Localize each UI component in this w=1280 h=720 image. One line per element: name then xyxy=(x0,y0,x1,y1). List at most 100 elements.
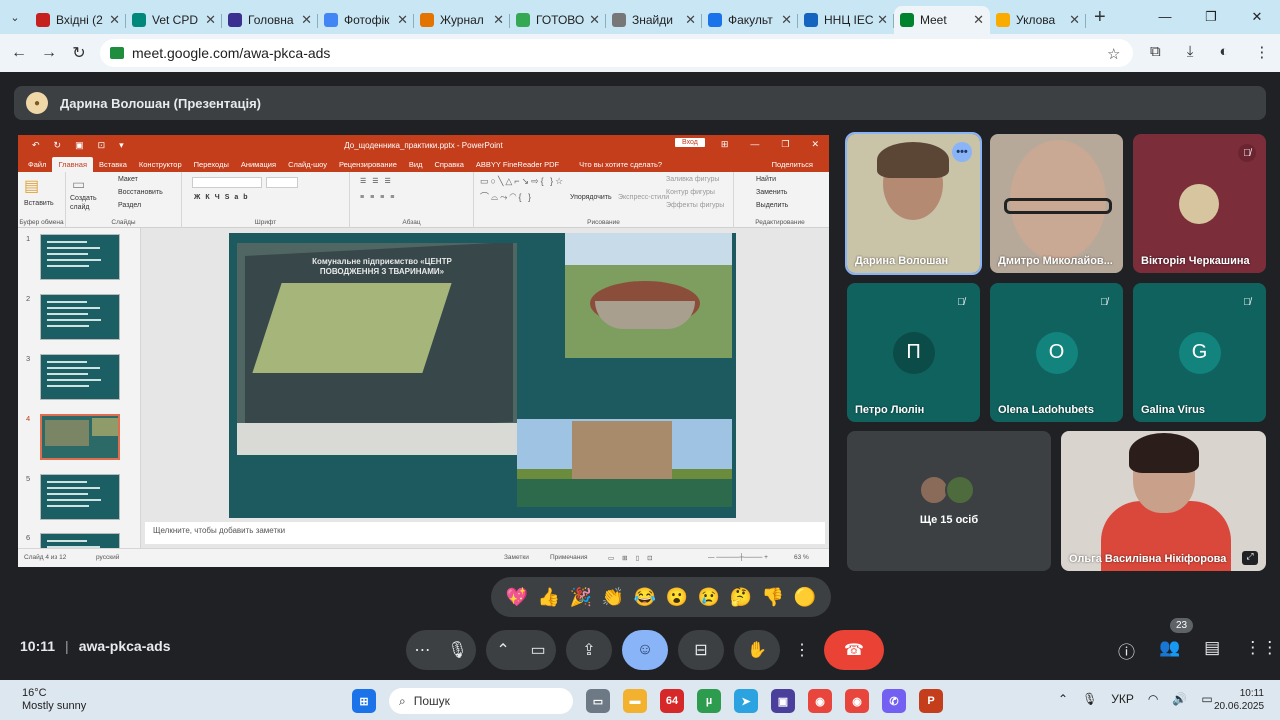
microphone-icon[interactable]: 🎙 xyxy=(447,640,467,660)
participant-tile[interactable]: Дмитро Миколайов... xyxy=(990,134,1123,273)
browser-menu-icon[interactable]: ⋮ xyxy=(1254,43,1269,61)
profile-icon[interactable]: ◐ xyxy=(1219,43,1228,61)
meeting-details-icon[interactable]: ⓘ xyxy=(1118,638,1135,663)
tray-chevron-icon[interactable]: ⌃ xyxy=(1058,692,1068,706)
taskbar-search[interactable]: ⌕ Пошук xyxy=(389,688,573,714)
present-screen-button[interactable]: ⇪ xyxy=(566,630,612,670)
browser-tab[interactable]: Факульт ✕ xyxy=(702,6,798,34)
telegram-icon[interactable]: ➤ xyxy=(734,689,758,713)
reaction-emoji[interactable]: 🎉 xyxy=(570,587,592,608)
chrome-icon[interactable]: ◉ xyxy=(808,689,832,713)
browser-tab[interactable]: Головна ✕ xyxy=(222,6,318,34)
tab-close-icon[interactable]: ✕ xyxy=(397,12,408,28)
slide-thumbnail[interactable] xyxy=(40,294,120,340)
utorrent-icon[interactable]: µ xyxy=(697,689,721,713)
download-icon[interactable]: ⤓ xyxy=(1187,43,1194,61)
tab-close-icon[interactable]: ✕ xyxy=(301,12,312,28)
browser-tab[interactable]: Фотофік ✕ xyxy=(318,6,414,34)
picture-in-picture-icon[interactable]: ⤢ xyxy=(1242,551,1258,565)
tab-close-icon[interactable]: ✕ xyxy=(781,12,792,28)
tray-mic-icon[interactable]: 🎙 xyxy=(1082,692,1097,706)
weather-desc: Mostly sunny xyxy=(22,700,87,712)
participant-tile[interactable]: O 🎙̸ Olena Ladohubets xyxy=(990,283,1123,422)
browser-tab[interactable]: Vet CPD ✕ xyxy=(126,6,222,34)
present-icon: ⇪ xyxy=(582,642,596,659)
app-64-icon[interactable]: 64 xyxy=(660,689,684,713)
reaction-emoji[interactable]: 🤔 xyxy=(730,587,752,608)
chat-icon[interactable]: ▤ xyxy=(1204,638,1220,663)
weather-widget[interactable]: 16°C Mostly sunny xyxy=(22,687,86,713)
tab-close-icon[interactable]: ✕ xyxy=(877,12,888,28)
tab-close-icon[interactable]: ✕ xyxy=(109,12,120,28)
browser-tab[interactable]: ГОТОВО ✕ xyxy=(510,6,606,34)
keyboard-language[interactable]: УКР xyxy=(1111,692,1134,706)
slide-thumbnail[interactable] xyxy=(40,414,120,460)
slide-thumbnail[interactable] xyxy=(40,234,120,280)
slide-thumbnail[interactable] xyxy=(40,354,120,400)
volume-icon[interactable]: 🔊 xyxy=(1172,692,1187,706)
reactions-button[interactable]: ☺ xyxy=(622,630,668,670)
wifi-icon[interactable]: ◠ xyxy=(1148,692,1158,706)
browser-tab[interactable]: Meet ✕ xyxy=(894,6,990,34)
tab-close-icon[interactable]: ✕ xyxy=(685,12,696,28)
browser-tab[interactable]: Знайди ✕ xyxy=(606,6,702,34)
reaction-emoji[interactable]: 😂 xyxy=(634,587,656,608)
people-icon[interactable]: 👥 xyxy=(1159,638,1180,663)
viber-icon[interactable]: ✆ xyxy=(882,689,906,713)
more-options-button[interactable]: ⋮ xyxy=(790,630,814,670)
chevron-up-icon[interactable]: ⌃ xyxy=(496,640,509,660)
tab-close-icon[interactable]: ✕ xyxy=(493,12,504,28)
activities-icon[interactable]: ⋮⋮ xyxy=(1244,638,1278,663)
task-view-icon[interactable]: ▭ xyxy=(586,689,610,713)
browser-tab[interactable]: Журнал ✕ xyxy=(414,6,510,34)
save-app-icon[interactable]: ▣ xyxy=(771,689,795,713)
reaction-emoji[interactable]: 🟡 xyxy=(794,587,816,608)
raise-hand-button[interactable]: ✋ xyxy=(734,630,780,670)
forward-icon[interactable]: → xyxy=(34,44,64,62)
extensions-icon[interactable]: ⧉ xyxy=(1150,43,1161,61)
reaction-emoji[interactable]: 😢 xyxy=(698,587,720,608)
new-tab-button[interactable]: + xyxy=(1094,6,1106,29)
participant-tile[interactable]: П 🎙̸ Петро Люлін xyxy=(847,283,980,422)
bookmark-star-icon[interactable]: ☆ xyxy=(1107,45,1120,63)
glasses xyxy=(1004,198,1112,214)
back-icon[interactable]: ← xyxy=(4,44,34,62)
browser-tab[interactable]: ННЦ ІЕС ✕ xyxy=(798,6,894,34)
more-audio-options-icon[interactable]: ⋯ xyxy=(414,640,430,660)
url-input[interactable]: meet.google.com/awa-pkca-ads xyxy=(100,39,1133,67)
participant-tile[interactable]: ••• Дарина Волошан xyxy=(845,132,982,275)
participant-tile[interactable]: G 🎙̸ Galina Virus xyxy=(1133,283,1266,422)
taskbar-clock[interactable]: 10:11 20.06.2025 xyxy=(1214,687,1264,713)
spotlight-tile[interactable]: Ольга Василівна Нікіфорова ⤢ xyxy=(1061,431,1266,571)
powerpoint-icon[interactable]: P xyxy=(919,689,943,713)
reaction-emoji[interactable]: 😮 xyxy=(666,587,688,608)
participant-tile[interactable]: 🎙̸ Вікторія Черкашина xyxy=(1133,134,1266,273)
leave-call-button[interactable]: ☎ xyxy=(824,630,884,670)
reaction-emoji[interactable]: 👍 xyxy=(538,587,560,608)
slide-photo-office-building xyxy=(517,419,732,507)
captions-button[interactable]: ⊟ xyxy=(678,630,724,670)
tab-search-icon[interactable]: ⌄ xyxy=(0,0,30,34)
reaction-emoji[interactable]: 💖 xyxy=(506,587,528,608)
camera-icon[interactable]: ▭ xyxy=(531,640,546,660)
start-icon[interactable]: ⊞ xyxy=(352,689,376,713)
reload-icon[interactable]: ↻ xyxy=(64,43,94,63)
file-explorer-icon[interactable]: ▬ xyxy=(623,689,647,713)
slide-thumbnail[interactable] xyxy=(40,474,120,520)
tab-close-icon[interactable]: ✕ xyxy=(589,12,600,28)
tab-close-icon[interactable]: ✕ xyxy=(973,12,984,28)
participant-more-icon[interactable]: ••• xyxy=(952,142,972,162)
chrome-active-icon[interactable]: ◉ xyxy=(845,689,869,713)
browser-tab[interactable]: Уклова ✕ xyxy=(990,6,1086,34)
minimize-icon[interactable]: — xyxy=(1142,0,1188,34)
maximize-icon[interactable]: ❐ xyxy=(1188,0,1234,34)
battery-icon[interactable]: ▭ xyxy=(1201,692,1212,706)
tab-close-icon[interactable]: ✕ xyxy=(1069,12,1080,28)
reaction-emoji[interactable]: 👎 xyxy=(762,587,784,608)
others-tile[interactable]: Ще 15 осіб xyxy=(847,431,1051,571)
reaction-emoji[interactable]: 👏 xyxy=(602,587,624,608)
browser-tab[interactable]: Вхідні (2 ✕ xyxy=(30,6,126,34)
tab-close-icon[interactable]: ✕ xyxy=(205,12,216,28)
font-group-label: Шрифт xyxy=(254,219,277,226)
close-window-icon[interactable]: ✕ xyxy=(1234,0,1280,34)
